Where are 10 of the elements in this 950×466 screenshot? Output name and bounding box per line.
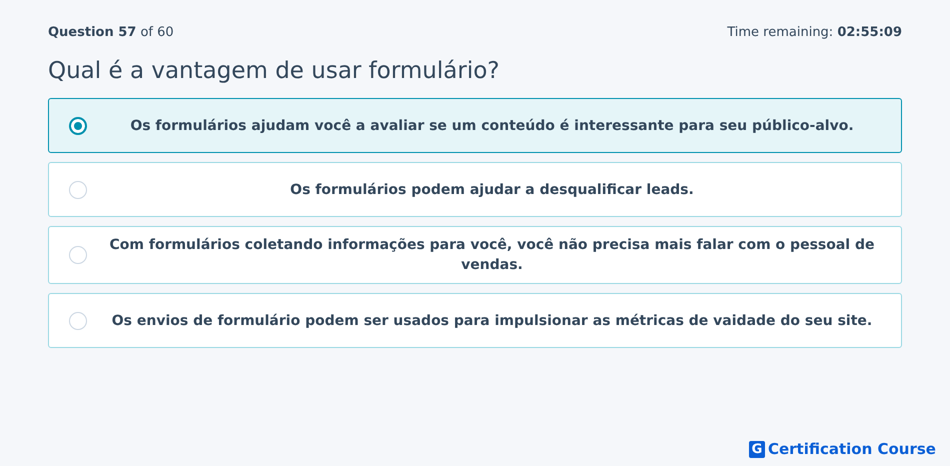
time-remaining: Time remaining: 02:55:09 <box>727 24 902 40</box>
question-counter: Question 57 of 60 <box>48 24 174 40</box>
brand-name: Certification Course <box>768 440 936 458</box>
answer-option[interactable]: Os formulários podem ajudar a desqualificar leads. <box>48 162 902 217</box>
answer-option[interactable]: Com formulários coletando informações para você, você não precisa mais falar com o pessoal de vendas. <box>48 226 902 284</box>
question-text: Qual é a vantagem de usar formulário? <box>48 58 500 84</box>
answer-option[interactable]: Os formulários ajudam você a avaliar se um conteúdo é interessante para seu público-alvo. <box>48 98 902 153</box>
answer-option[interactable]: Os envios de formulário podem ser usados para impulsionar as métricas de vaidade do seu site. <box>48 293 902 348</box>
logo-icon: G <box>748 440 765 458</box>
radio-button[interactable] <box>69 116 87 134</box>
